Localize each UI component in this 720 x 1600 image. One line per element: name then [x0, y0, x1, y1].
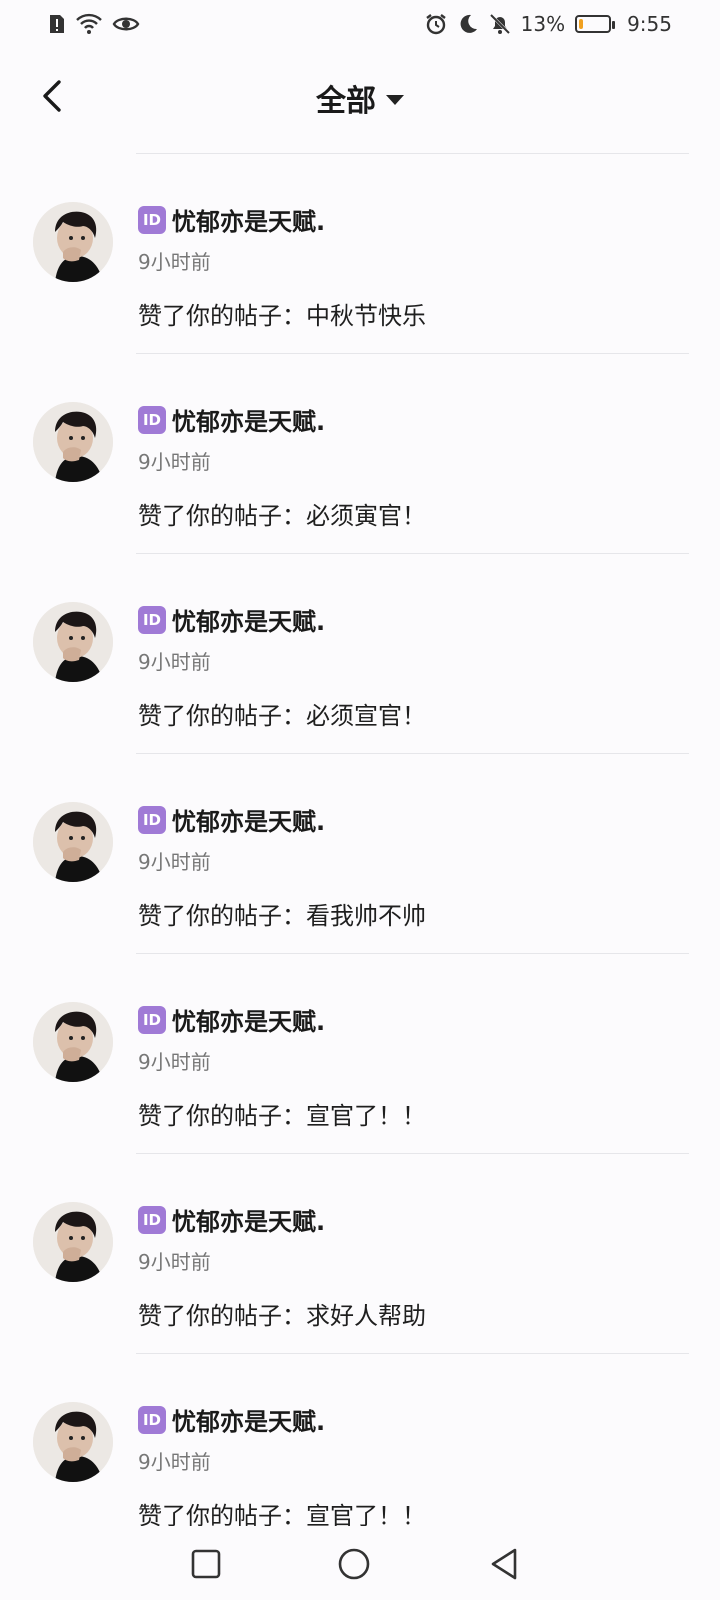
timestamp: 9小时前 — [138, 1050, 211, 1074]
eye-icon — [112, 14, 140, 34]
notification-message: 赞了你的帖子：求好人帮助 — [138, 1302, 426, 1330]
header: 全部 — [0, 48, 720, 148]
timestamp: 9小时前 — [138, 650, 211, 674]
id-badge: ID — [138, 1405, 166, 1434]
alarm-icon — [425, 13, 447, 35]
user-name[interactable]: 忧郁亦是天赋. — [172, 1202, 325, 1237]
user-name[interactable]: 忧郁亦是天赋. — [172, 1002, 325, 1037]
id-badge: ID — [138, 805, 166, 834]
avatar[interactable] — [33, 802, 113, 882]
status-right: 13% 9:55 — [425, 12, 672, 36]
list-item[interactable]: ID 忧郁亦是天赋. 9小时前 赞了你的帖子：中秋节快乐 — [0, 154, 720, 354]
chevron-left-icon — [43, 80, 61, 112]
name-row: ID 忧郁亦是天赋. — [138, 1002, 325, 1037]
user-name[interactable]: 忧郁亦是天赋. — [172, 1402, 325, 1437]
timestamp: 9小时前 — [138, 250, 211, 274]
notification-message: 赞了你的帖子：中秋节快乐 — [138, 302, 426, 330]
name-row: ID 忧郁亦是天赋. — [138, 402, 325, 437]
notification-message: 赞了你的帖子：宣官了！！ — [138, 1502, 426, 1526]
timestamp: 9小时前 — [138, 1250, 211, 1274]
id-badge: ID — [138, 1205, 166, 1234]
filter-dropdown[interactable]: 全部 — [316, 76, 404, 120]
id-badge: ID — [138, 405, 166, 434]
battery-icon — [575, 15, 616, 33]
list-item[interactable]: ID 忧郁亦是天赋. 9小时前 赞了你的帖子：必须寅官！ — [0, 354, 720, 554]
recents-square-icon — [191, 1549, 221, 1579]
list-item[interactable]: ID 忧郁亦是天赋. 9小时前 赞了你的帖子：宣官了！！ — [0, 954, 720, 1154]
avatar[interactable] — [33, 1402, 113, 1482]
recents-button[interactable] — [186, 1544, 226, 1584]
timestamp: 9小时前 — [138, 850, 211, 874]
notification-message: 赞了你的帖子：必须寅官！ — [138, 502, 426, 530]
caret-down-icon — [386, 95, 404, 105]
back-triangle-icon — [491, 1548, 517, 1580]
bell-off-icon — [489, 13, 511, 35]
name-row: ID 忧郁亦是天赋. — [138, 202, 325, 237]
notification-list[interactable]: ID 忧郁亦是天赋. 9小时前 赞了你的帖子：中秋节快乐 ID 忧郁亦是天赋. … — [0, 154, 720, 1526]
battery-fill — [579, 19, 583, 29]
list-item[interactable]: ID 忧郁亦是天赋. 9小时前 赞了你的帖子：求好人帮助 — [0, 1154, 720, 1354]
moon-icon — [457, 13, 479, 35]
timestamp: 9小时前 — [138, 1450, 211, 1474]
system-nav-bar — [0, 1526, 720, 1600]
avatar[interactable] — [33, 1202, 113, 1282]
avatar[interactable] — [33, 602, 113, 682]
notification-message: 赞了你的帖子：必须宣官！ — [138, 702, 426, 730]
timestamp: 9小时前 — [138, 450, 211, 474]
list-item[interactable]: ID 忧郁亦是天赋. 9小时前 赞了你的帖子：看我帅不帅 — [0, 754, 720, 954]
avatar[interactable] — [33, 1002, 113, 1082]
avatar[interactable] — [33, 402, 113, 482]
sim-alert-icon — [48, 13, 66, 35]
page-title: 全部 — [316, 84, 376, 119]
name-row: ID 忧郁亦是天赋. — [138, 602, 325, 637]
avatar[interactable] — [33, 202, 113, 282]
id-badge: ID — [138, 1005, 166, 1034]
notification-message: 赞了你的帖子：看我帅不帅 — [138, 902, 426, 930]
status-left — [48, 13, 140, 35]
battery-percent: 13% — [520, 12, 566, 36]
back-nav-button[interactable] — [484, 1544, 524, 1584]
user-name[interactable]: 忧郁亦是天赋. — [172, 202, 325, 237]
home-circle-icon — [338, 1548, 370, 1580]
wifi-icon — [76, 13, 102, 35]
user-name[interactable]: 忧郁亦是天赋. — [172, 802, 325, 837]
home-button[interactable] — [334, 1544, 374, 1584]
clock: 9:55 — [627, 12, 672, 36]
list-item[interactable]: ID 忧郁亦是天赋. 9小时前 赞了你的帖子：宣官了！！ — [0, 1354, 720, 1526]
name-row: ID 忧郁亦是天赋. — [138, 1402, 325, 1437]
id-badge: ID — [138, 205, 166, 234]
name-row: ID 忧郁亦是天赋. — [138, 1202, 325, 1237]
list-item[interactable]: ID 忧郁亦是天赋. 9小时前 赞了你的帖子：必须宣官！ — [0, 554, 720, 754]
id-badge: ID — [138, 605, 166, 634]
notification-message: 赞了你的帖子：宣官了！！ — [138, 1102, 426, 1130]
back-button[interactable] — [28, 72, 76, 120]
user-name[interactable]: 忧郁亦是天赋. — [172, 602, 325, 637]
name-row: ID 忧郁亦是天赋. — [138, 802, 325, 837]
status-bar: 13% 9:55 — [0, 0, 720, 48]
user-name[interactable]: 忧郁亦是天赋. — [172, 402, 325, 437]
